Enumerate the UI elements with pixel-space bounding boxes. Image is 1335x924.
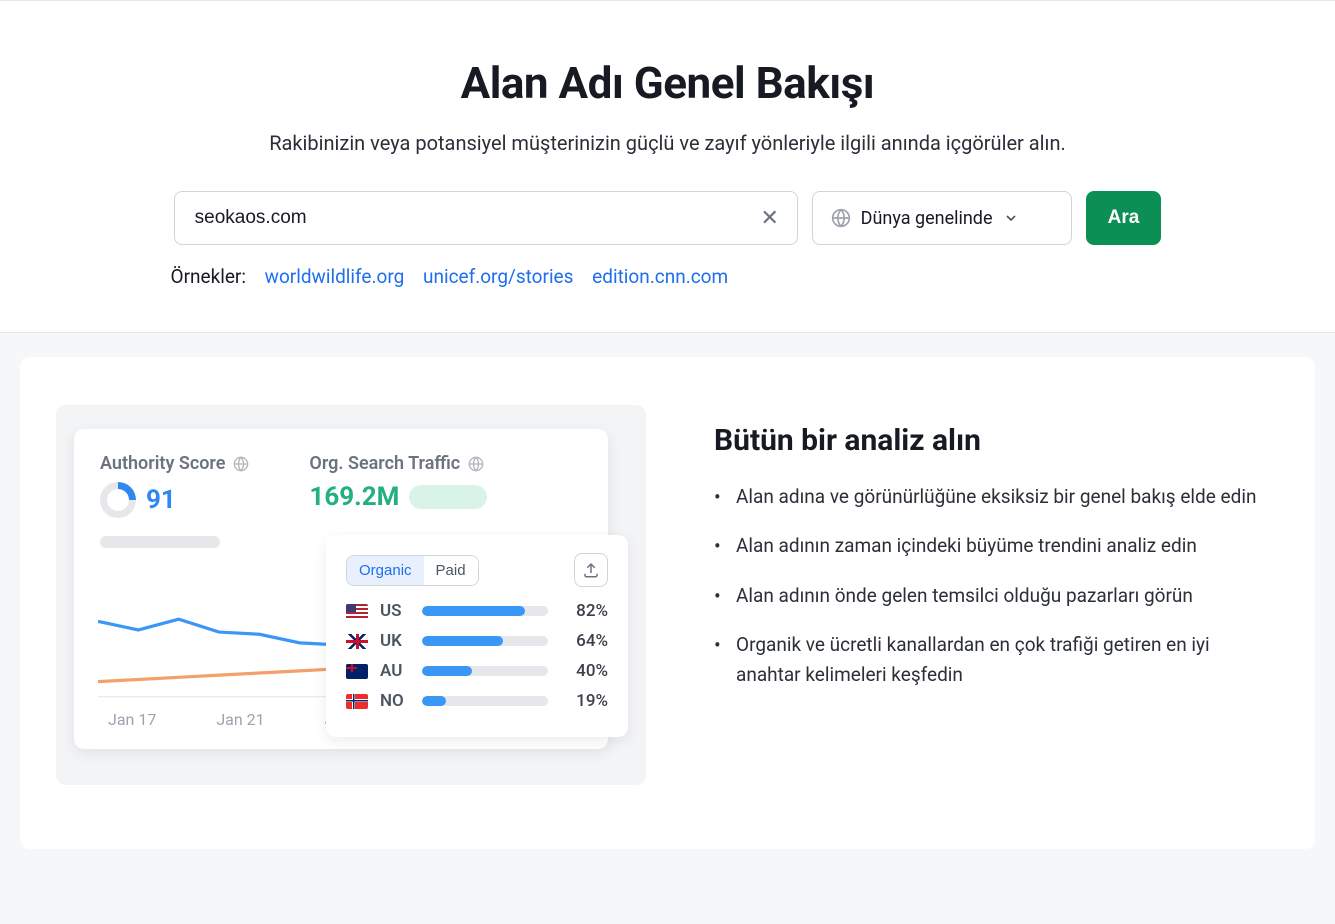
bar-track (422, 666, 548, 676)
feature-section: Authority Score 91 (20, 357, 1315, 849)
example-link[interactable]: unicef.org/stories (423, 265, 573, 288)
country-pct: 82% (560, 601, 608, 621)
feature-bullet: Alan adına ve görünürlüğüne eksiksiz bir… (714, 482, 1259, 511)
country-code: AU (380, 661, 410, 681)
feature-heading: Bütün bir analiz alın (714, 423, 1259, 458)
countries-card: Organic Paid US 82% UK 64% AU 40% NO 19% (326, 535, 628, 737)
feature-bullet: Organik ve ücretli kanallardan en çok tr… (714, 630, 1259, 689)
search-button[interactable]: Ara (1086, 191, 1162, 245)
page-subtitle: Rakibinizin veya potansiyel müşterinizin… (0, 131, 1335, 155)
country-pct: 19% (560, 691, 608, 711)
bar-fill (422, 696, 446, 706)
globe-icon (233, 456, 249, 472)
bar-fill (422, 666, 472, 676)
examples-row: Örnekler: worldwildlife.org unicef.org/s… (171, 265, 1165, 288)
country-list: US 82% UK 64% AU 40% NO 19% (346, 601, 608, 711)
country-pct: 40% (560, 661, 608, 681)
region-select[interactable]: Dünya genelinde (812, 191, 1072, 245)
region-label: Dünya genelinde (861, 208, 993, 229)
traffic-type-segmented: Organic Paid (346, 555, 479, 586)
examples-label: Örnekler: (171, 265, 246, 288)
org-traffic-value: 169.2M (309, 482, 399, 512)
flag-icon (346, 694, 368, 709)
axis-tick: Jan 17 (108, 710, 156, 729)
country-row: US 82% (346, 601, 608, 621)
bar-fill (422, 636, 503, 646)
country-row: UK 64% (346, 631, 608, 651)
search-row: ✕ Dünya genelinde Ara (0, 191, 1335, 245)
country-pct: 64% (560, 631, 608, 651)
flag-icon (346, 604, 368, 619)
chevron-down-icon (1003, 210, 1019, 226)
upload-icon (582, 561, 600, 579)
bar-track (422, 606, 548, 616)
feature-bullets: Alan adına ve görünürlüğüne eksiksiz bir… (714, 482, 1259, 689)
authority-score-title: Authority Score (100, 453, 249, 474)
org-traffic-title: Org. Search Traffic (309, 453, 487, 474)
country-code: US (380, 601, 410, 621)
authority-score-value: 91 (146, 485, 176, 515)
globe-icon (468, 456, 484, 472)
close-icon: ✕ (760, 205, 778, 231)
search-input-wrap: ✕ (174, 191, 798, 245)
org-traffic-block: Org. Search Traffic 169.2M (309, 453, 487, 548)
widget-preview: Authority Score 91 (56, 405, 646, 785)
trend-pill (409, 485, 487, 509)
segment-organic[interactable]: Organic (347, 556, 424, 585)
country-row: NO 19% (346, 691, 608, 711)
example-link[interactable]: worldwildlife.org (265, 265, 405, 288)
bar-track (422, 696, 548, 706)
axis-tick: Jan 21 (216, 710, 264, 729)
flag-icon (346, 634, 368, 649)
country-row: AU 40% (346, 661, 608, 681)
metric-label: Org. Search Traffic (309, 453, 460, 474)
skeleton-bar (100, 536, 220, 548)
page-title: Alan Adı Genel Bakışı (0, 57, 1335, 109)
feature-bullet: Alan adının önde gelen temsilci olduğu p… (714, 581, 1259, 610)
bar-track (422, 636, 548, 646)
segment-paid[interactable]: Paid (424, 556, 478, 585)
domain-search-input[interactable] (174, 191, 798, 245)
country-code: NO (380, 691, 410, 711)
globe-icon (831, 208, 851, 228)
export-button[interactable] (574, 553, 608, 587)
hero-section: Alan Adı Genel Bakışı Rakibinizin veya p… (0, 0, 1335, 333)
bar-fill (422, 606, 525, 616)
metric-label: Authority Score (100, 453, 225, 474)
feature-text: Bütün bir analiz alın Alan adına ve görü… (714, 405, 1259, 709)
example-link[interactable]: edition.cnn.com (592, 265, 728, 288)
flag-icon (346, 664, 368, 679)
feature-bullet: Alan adının zaman içindeki büyüme trendi… (714, 531, 1259, 560)
clear-input-button[interactable]: ✕ (756, 204, 784, 232)
authority-score-block: Authority Score 91 (100, 453, 249, 548)
country-code: UK (380, 631, 410, 651)
score-ring-icon (100, 482, 136, 518)
